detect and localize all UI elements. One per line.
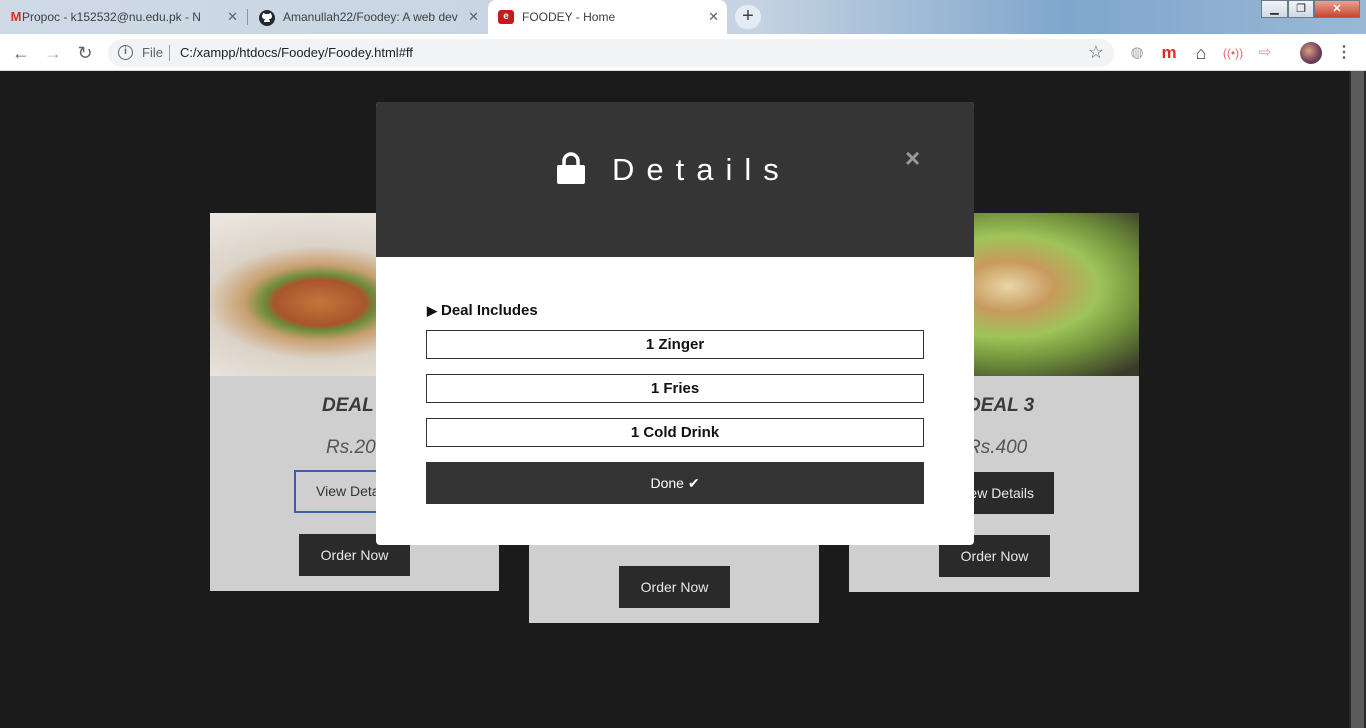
tab-title: Propoc - k152532@nu.edu.pk - N bbox=[22, 10, 201, 24]
minimize-button[interactable]: ▁ bbox=[1261, 0, 1288, 18]
menu-icon[interactable]: ⋮ bbox=[1333, 42, 1355, 64]
back-icon[interactable]: ← bbox=[10, 42, 32, 64]
scheme-label: File bbox=[142, 45, 163, 60]
close-tab-icon[interactable]: ✕ bbox=[708, 9, 719, 25]
globe-icon[interactable]: ◍ bbox=[1126, 42, 1148, 64]
lock-icon bbox=[557, 152, 585, 184]
triangle-right-icon: ▶ bbox=[427, 303, 437, 318]
tab-separator bbox=[247, 9, 248, 25]
deal-item: 1 Fries bbox=[426, 374, 924, 403]
close-icon[interactable]: × bbox=[905, 143, 920, 174]
forward-icon[interactable]: → bbox=[42, 42, 64, 64]
browser-toolbar: ← → ↻ i File C:/xampp/htdocs/Foodey/Food… bbox=[0, 34, 1366, 71]
tab-gmail[interactable]: M Propoc - k152532@nu.edu.pk - N ✕ bbox=[0, 0, 246, 34]
deal-includes-text: Deal Includes bbox=[441, 302, 538, 319]
modal-title: Details bbox=[612, 152, 791, 187]
restore-button[interactable]: ❐ bbox=[1288, 0, 1314, 18]
deal-includes-label: ▶ Deal Includes bbox=[427, 302, 538, 319]
modal-header: Details × bbox=[376, 102, 974, 257]
extension-m-icon[interactable]: m bbox=[1158, 42, 1180, 64]
page-scrollbar-thumb[interactable] bbox=[1351, 71, 1364, 728]
bookmark-star-icon[interactable]: ☆ bbox=[1088, 42, 1104, 63]
cast-extension-icon[interactable]: ((•)) bbox=[1222, 42, 1244, 64]
reload-icon[interactable]: ↻ bbox=[74, 42, 96, 64]
close-window-button[interactable]: ✕ bbox=[1314, 0, 1360, 18]
deal-item: 1 Cold Drink bbox=[426, 418, 924, 447]
new-tab-button[interactable]: + bbox=[735, 5, 761, 29]
home-icon[interactable]: ⌂ bbox=[1190, 42, 1212, 64]
foodey-icon: e bbox=[498, 10, 514, 24]
browser-titlebar: M Propoc - k152532@nu.edu.pk - N ✕ Amanu… bbox=[0, 0, 1366, 34]
tab-github[interactable]: Amanullah22/Foodey: A web dev ✕ bbox=[249, 0, 487, 34]
order-now-button[interactable]: Order Now bbox=[619, 566, 730, 608]
url-text[interactable]: C:/xampp/htdocs/Foodey/Foodey.html#ff bbox=[180, 45, 413, 60]
extension-arrow-icon[interactable]: ⇨ bbox=[1254, 42, 1276, 64]
done-button[interactable]: Done ✔ bbox=[426, 462, 924, 504]
close-tab-icon[interactable]: ✕ bbox=[227, 9, 238, 25]
details-modal: Details × ▶ Deal Includes 1 Zinger 1 Frie… bbox=[376, 102, 974, 545]
divider bbox=[169, 45, 170, 61]
tab-title: FOODEY - Home bbox=[522, 10, 616, 24]
info-icon[interactable]: i bbox=[118, 45, 133, 60]
gmail-icon: M bbox=[10, 9, 22, 24]
github-icon bbox=[259, 10, 275, 26]
tab-title: Amanullah22/Foodey: A web dev bbox=[283, 10, 458, 24]
avatar[interactable] bbox=[1300, 42, 1322, 64]
address-bar[interactable]: i File C:/xampp/htdocs/Foodey/Foodey.htm… bbox=[108, 39, 1114, 67]
close-tab-icon[interactable]: ✕ bbox=[468, 9, 479, 25]
checkmark-icon: ✔ bbox=[687, 475, 700, 491]
tab-foodey[interactable]: e FOODEY - Home ✕ bbox=[488, 0, 727, 34]
deal-item: 1 Zinger bbox=[426, 330, 924, 359]
done-label: Done bbox=[650, 475, 684, 491]
